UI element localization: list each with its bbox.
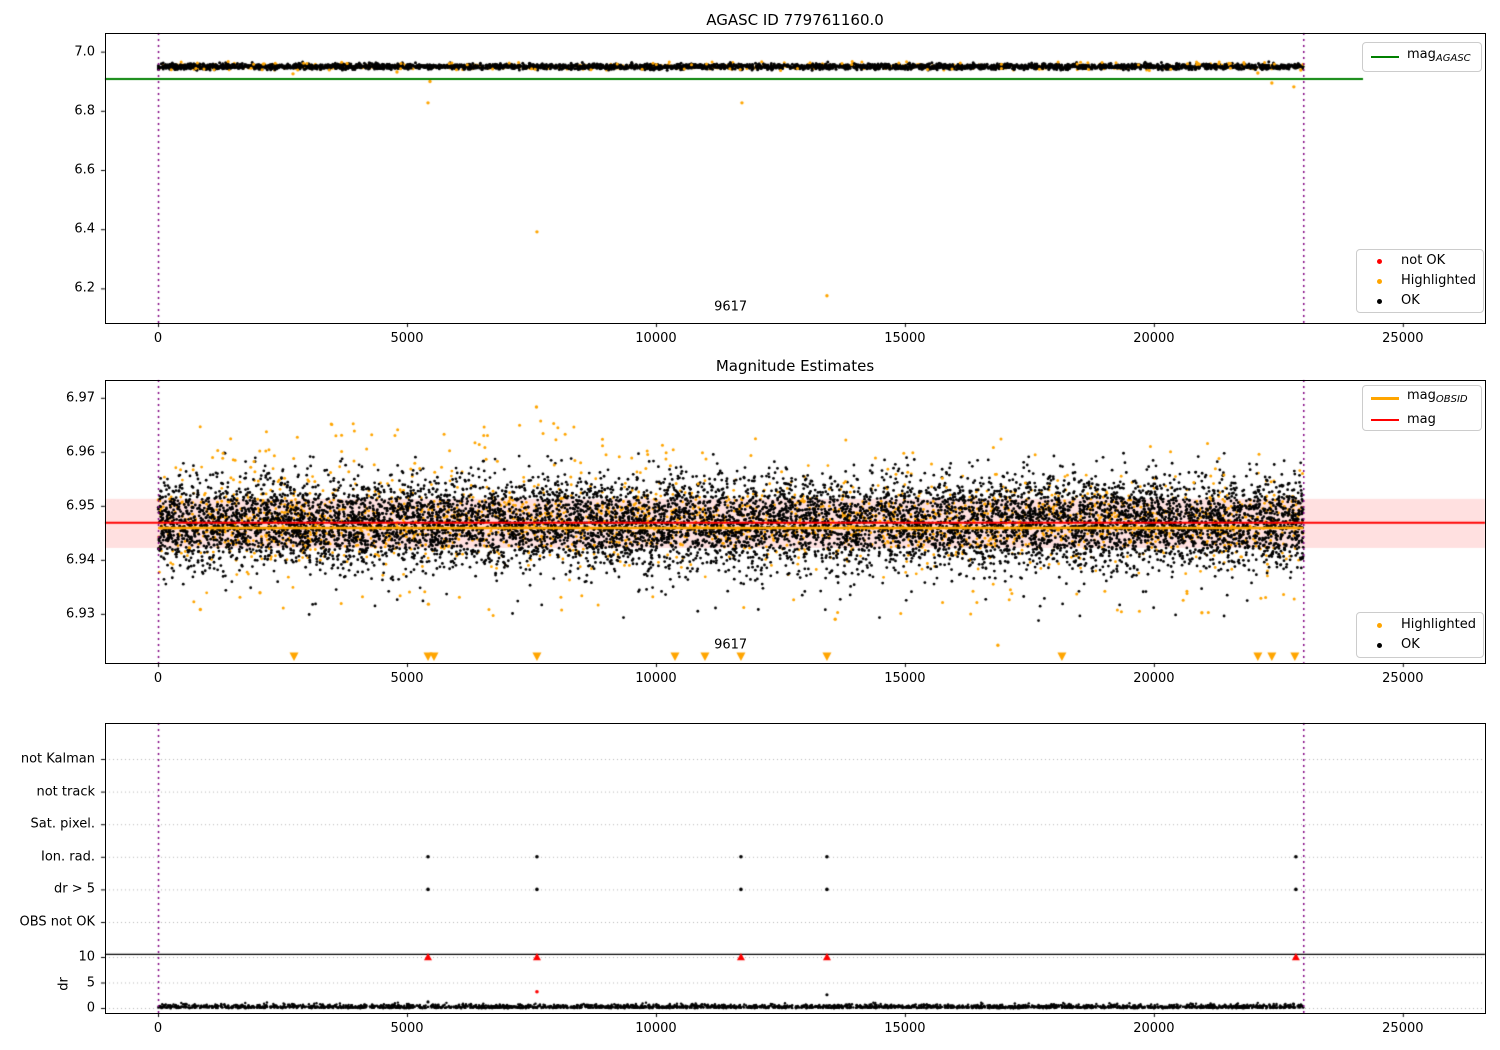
- x-tick-label: 5000: [390, 331, 424, 346]
- flag-row-label: not Kalman: [20, 751, 95, 767]
- obsid-annotation-top: 9617: [714, 299, 748, 315]
- legend-label: Highlighted: [1401, 617, 1476, 632]
- x-tick-label: 0: [153, 1021, 163, 1036]
- x-tick-label: 10000: [635, 1021, 677, 1036]
- y-tick-label: 6.4: [74, 221, 95, 237]
- legend-row: OK: [1365, 637, 1475, 653]
- figure: AGASC ID 779761160.0 Magnitude Estimates…: [0, 0, 1500, 1050]
- flag-row-label: dr > 5: [53, 881, 95, 897]
- x-tick-label: 20000: [1133, 331, 1175, 346]
- legend-marker-sample: [1365, 273, 1393, 289]
- obsid-annotation-middle: 9617: [714, 637, 748, 653]
- legend-line-sample: [1371, 419, 1399, 421]
- legend-label: OK: [1401, 293, 1420, 308]
- dr-tick-label: 10: [78, 949, 95, 965]
- y-tick-label: 6.93: [66, 606, 95, 622]
- top-plot-marker-legend: not OK Highlighted OK: [1356, 249, 1484, 313]
- legend-label-subscript: AGASC: [1435, 53, 1471, 64]
- legend-label: Highlighted: [1401, 273, 1476, 288]
- legend-row: magOBSID: [1371, 388, 1473, 408]
- dr-tick-label: 0: [86, 1000, 95, 1016]
- legend-row: not OK: [1365, 253, 1475, 269]
- legend-line-sample: [1371, 396, 1399, 400]
- legend-label: mag: [1407, 412, 1436, 427]
- legend-line-sample: [1371, 56, 1399, 58]
- flag-row-label: Ion. rad.: [41, 849, 95, 865]
- middle-plot-title: Magnitude Estimates: [715, 357, 875, 375]
- x-tick-label: 5000: [390, 1021, 424, 1036]
- y-tick-label: 6.94: [66, 552, 95, 568]
- legend-row: Highlighted: [1365, 273, 1476, 289]
- legend-label: OK: [1401, 637, 1420, 652]
- legend-row: OK: [1365, 293, 1475, 309]
- plot-canvas: [0, 0, 1500, 1050]
- legend-label: not OK: [1401, 253, 1446, 268]
- middle-plot-line-legend: magOBSID mag: [1362, 385, 1482, 431]
- x-tick-label: 20000: [1133, 671, 1175, 686]
- x-tick-label: 15000: [884, 331, 926, 346]
- x-tick-label: 10000: [635, 671, 677, 686]
- x-tick-label: 0: [153, 671, 163, 686]
- legend-label: magOBSID: [1407, 388, 1468, 405]
- x-tick-label: 25000: [1382, 671, 1424, 686]
- y-tick-label: 6.8: [74, 103, 95, 119]
- legend-marker-sample: [1365, 253, 1393, 269]
- legend-row: Highlighted: [1365, 617, 1476, 633]
- legend-marker-sample: [1365, 637, 1393, 653]
- top-plot-line-legend: magAGASC: [1362, 42, 1482, 72]
- legend-row: magAGASC: [1371, 47, 1473, 67]
- legend-label-subscript: OBSID: [1435, 394, 1468, 405]
- x-tick-label: 15000: [884, 671, 926, 686]
- y-tick-label: 7.0: [74, 44, 95, 60]
- legend-marker-sample: [1365, 293, 1393, 309]
- flag-row-label: not track: [36, 784, 95, 800]
- y-tick-label: 6.2: [74, 280, 95, 296]
- flag-row-label: Sat. pixel.: [30, 816, 95, 832]
- x-tick-label: 25000: [1382, 1021, 1424, 1036]
- y-tick-label: 6.95: [66, 498, 95, 514]
- x-tick-label: 20000: [1133, 1021, 1175, 1036]
- flag-row-label: OBS not OK: [19, 914, 96, 930]
- y-tick-label: 6.96: [66, 444, 95, 460]
- y-tick-label: 6.6: [74, 162, 95, 178]
- x-tick-label: 15000: [884, 1021, 926, 1036]
- top-plot-title: AGASC ID 779761160.0: [706, 11, 884, 29]
- dr-tick-label: 5: [86, 975, 95, 990]
- middle-plot-marker-legend: Highlighted OK: [1356, 612, 1484, 658]
- legend-row: mag: [1371, 412, 1473, 428]
- x-tick-label: 25000: [1382, 331, 1424, 346]
- x-tick-label: 5000: [390, 671, 424, 686]
- x-tick-label: 10000: [635, 331, 677, 346]
- legend-label: magAGASC: [1407, 47, 1471, 64]
- legend-marker-sample: [1365, 617, 1393, 633]
- x-tick-label: 0: [153, 331, 163, 346]
- y-tick-label: 6.97: [66, 390, 95, 406]
